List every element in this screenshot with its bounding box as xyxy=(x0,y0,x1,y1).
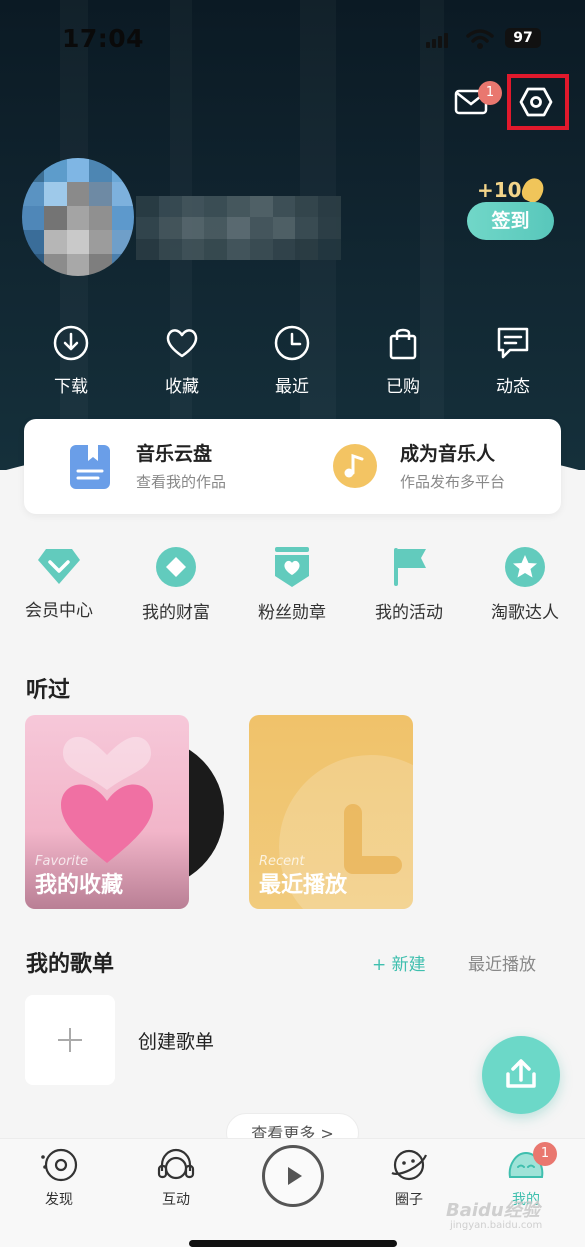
section-title-playlists: 我的歌单 xyxy=(26,952,115,977)
cellular-signal-icon xyxy=(426,32,448,48)
avatar[interactable] xyxy=(22,158,134,276)
heart-icon xyxy=(166,329,198,358)
play-button[interactable] xyxy=(262,1145,324,1207)
document-icon xyxy=(70,445,110,489)
shortcut-recent[interactable]: 最近 xyxy=(252,324,332,397)
music-cloud-entry[interactable]: 音乐云盘 查看我的作品 xyxy=(68,437,298,497)
flag-icon xyxy=(394,548,426,586)
settings-icon[interactable] xyxy=(519,86,553,118)
wealth-icon xyxy=(156,547,196,587)
coin-reward: +10 xyxy=(477,178,522,202)
recent-play-tile[interactable]: Recent 最近播放 xyxy=(249,715,413,909)
headphones-icon xyxy=(157,1148,195,1180)
message-icon xyxy=(497,327,529,359)
status-bar: 17:04 97 xyxy=(0,22,585,58)
username-redacted xyxy=(136,196,341,260)
shortcut-purchased[interactable]: 已购 xyxy=(363,324,443,397)
shopping-bag-icon xyxy=(389,328,417,360)
wifi-icon xyxy=(466,29,494,49)
shortcut-download[interactable]: 下载 xyxy=(31,324,111,397)
feature-song-expert[interactable]: 淘歌达人 xyxy=(475,546,575,623)
section-title-heard: 听过 xyxy=(26,678,71,703)
recent-play-sort[interactable]: 最近播放 xyxy=(468,950,536,975)
download-icon xyxy=(53,325,89,361)
tab-mine-badge: 1 xyxy=(533,1142,557,1166)
music-note-icon xyxy=(333,444,377,488)
home-indicator[interactable] xyxy=(189,1240,397,1247)
create-playlist-label[interactable]: 创建歌单 xyxy=(138,1027,214,1054)
create-playlist-button[interactable] xyxy=(25,995,115,1085)
feature-my-activity[interactable]: 我的活动 xyxy=(359,546,459,623)
feature-fan-badge[interactable]: 粉丝勋章 xyxy=(242,546,342,623)
planet-icon xyxy=(391,1149,428,1181)
new-playlist-button[interactable]: + 新建 xyxy=(372,950,426,975)
play-icon xyxy=(288,1167,302,1185)
cloud-musician-card: 音乐云盘 查看我的作品 成为音乐人 作品发布多平台 xyxy=(24,419,561,514)
upload-icon xyxy=(506,1059,536,1088)
checkin-button[interactable]: 签到 xyxy=(467,202,554,240)
battery-indicator: 97 xyxy=(505,28,541,48)
watermark-url: jingyan.baidu.com xyxy=(450,1220,543,1231)
mail-badge: 1 xyxy=(478,81,502,105)
become-musician-entry[interactable]: 成为音乐人 作品发布多平台 xyxy=(332,437,552,497)
feature-my-wealth[interactable]: 我的财富 xyxy=(126,546,226,623)
upload-button[interactable] xyxy=(482,1036,560,1114)
tab-discover[interactable]: 发现 xyxy=(24,1147,94,1209)
discover-icon xyxy=(41,1148,78,1182)
shortcut-activity[interactable]: 动态 xyxy=(473,324,553,397)
tab-circle[interactable]: 圈子 xyxy=(374,1147,444,1209)
favorites-tile[interactable]: Favorite 我的收藏 xyxy=(25,715,189,909)
watermark-logo: Baidu经验 xyxy=(446,1200,540,1221)
feature-row: 会员中心 我的财富 粉丝勋章 我的活动 淘歌达人 xyxy=(0,546,585,626)
shortcut-row: 下载 收藏 最近 已购 动态 xyxy=(0,324,585,404)
shortcut-favorites[interactable]: 收藏 xyxy=(142,324,222,397)
feature-vip-center[interactable]: 会员中心 xyxy=(9,546,109,621)
diamond-icon xyxy=(38,549,80,584)
badge-icon xyxy=(275,547,309,587)
clock-icon xyxy=(274,325,310,361)
star-icon xyxy=(505,547,545,587)
status-time: 17:04 xyxy=(62,24,145,53)
tab-interact[interactable]: 互动 xyxy=(141,1147,211,1209)
